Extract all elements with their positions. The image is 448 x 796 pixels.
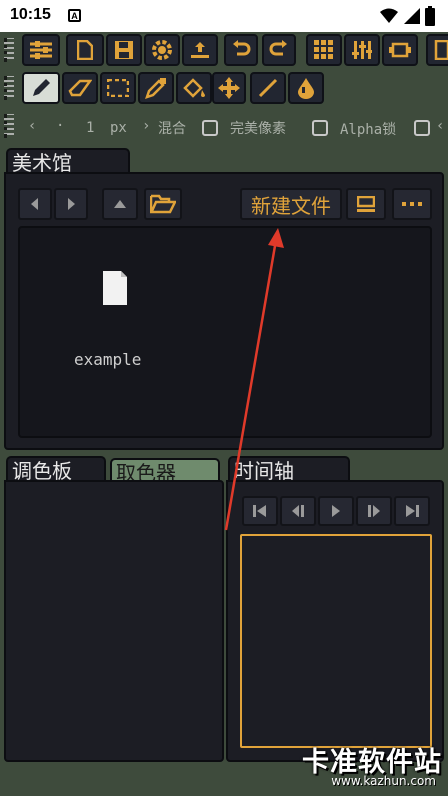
play-button[interactable] bbox=[318, 496, 354, 526]
line-tool-button[interactable] bbox=[250, 72, 286, 104]
first-frame-button[interactable] bbox=[242, 496, 278, 526]
save-button[interactable] bbox=[106, 34, 142, 66]
folder-open-icon bbox=[150, 194, 176, 214]
pencil-icon bbox=[33, 79, 50, 96]
eraser-icon bbox=[68, 79, 92, 97]
pencil-tool-button[interactable] bbox=[22, 72, 60, 104]
equalizer-icon bbox=[352, 41, 372, 59]
grid-icon bbox=[314, 40, 333, 59]
redo-button[interactable] bbox=[262, 34, 296, 66]
file-name: example bbox=[74, 350, 142, 369]
monitor-icon bbox=[357, 196, 375, 212]
next-button[interactable] bbox=[54, 188, 88, 220]
caret-left-icon bbox=[31, 198, 38, 210]
blend-checkbox[interactable] bbox=[202, 120, 218, 136]
ellipsis-icon bbox=[402, 202, 422, 206]
play-icon bbox=[332, 505, 340, 517]
smudge-tool-button[interactable] bbox=[288, 72, 324, 104]
open-folder-button[interactable] bbox=[144, 188, 182, 220]
status-time: 10:15 bbox=[10, 6, 51, 23]
status-bar: 10:15 A bbox=[0, 0, 448, 32]
marquee-icon bbox=[107, 79, 129, 97]
size-unit: px bbox=[110, 120, 127, 136]
caret-right-icon bbox=[68, 198, 75, 210]
tile-mode-button[interactable] bbox=[382, 34, 418, 66]
partial-icon bbox=[434, 40, 448, 60]
size-increase-icon[interactable]: › bbox=[142, 118, 150, 134]
file-icon bbox=[77, 40, 93, 60]
grid-button[interactable] bbox=[306, 34, 342, 66]
prev-button[interactable] bbox=[18, 188, 52, 220]
skip-start-icon bbox=[253, 505, 266, 517]
line-icon bbox=[258, 78, 278, 98]
move-tool-button[interactable] bbox=[212, 72, 246, 104]
upload-icon bbox=[191, 42, 209, 58]
eyedropper-icon bbox=[145, 78, 166, 99]
more-tools-button[interactable] bbox=[426, 34, 448, 66]
undo-icon bbox=[233, 40, 251, 56]
gear-icon bbox=[152, 40, 172, 60]
alpha-lock-label: Alpha锁 bbox=[340, 122, 397, 138]
sliders-icon bbox=[30, 41, 52, 59]
timeline-panel bbox=[226, 480, 444, 762]
size-value[interactable]: 1 bbox=[86, 120, 94, 136]
view-mode-button[interactable] bbox=[346, 188, 386, 220]
more-options-button[interactable] bbox=[392, 188, 432, 220]
step-forward-icon bbox=[368, 505, 380, 517]
preferences-button[interactable] bbox=[144, 34, 180, 66]
redo-icon bbox=[269, 40, 287, 56]
caret-up-icon bbox=[114, 200, 126, 208]
gallery-panel: 新建文件 example bbox=[4, 172, 444, 450]
new-file-label: 新建文件 bbox=[251, 193, 331, 218]
floppy-icon bbox=[115, 41, 133, 59]
file-item[interactable]: example bbox=[60, 264, 180, 384]
step-back-icon bbox=[292, 505, 304, 517]
export-button[interactable] bbox=[182, 34, 218, 66]
eyedropper-tool-button[interactable] bbox=[138, 72, 174, 104]
move-icon bbox=[218, 77, 240, 99]
size-dot: · bbox=[56, 118, 65, 134]
toolbar-grip[interactable] bbox=[4, 38, 14, 62]
file-grid: example bbox=[18, 226, 432, 438]
battery-icon bbox=[425, 6, 435, 26]
toolbar-grip-2[interactable] bbox=[4, 76, 14, 100]
wifi-icon bbox=[380, 8, 398, 23]
paint-bucket-icon bbox=[183, 78, 205, 98]
alpha-lock-checkbox[interactable] bbox=[414, 120, 430, 136]
blend-label: 混合 bbox=[158, 121, 186, 137]
adjustments-button[interactable] bbox=[344, 34, 380, 66]
settings-button[interactable] bbox=[22, 34, 60, 66]
new-document-button[interactable] bbox=[66, 34, 104, 66]
last-frame-button[interactable] bbox=[394, 496, 430, 526]
next-frame-button[interactable] bbox=[356, 496, 392, 526]
new-file-button[interactable]: 新建文件 bbox=[240, 188, 342, 220]
prev-frame-button[interactable] bbox=[280, 496, 316, 526]
tool-options-bar: ‹ · 1 px › 混合 完美像素 Alpha锁 ‹ bbox=[0, 110, 448, 146]
drop-icon bbox=[298, 78, 314, 99]
size-decrease-icon[interactable]: ‹ bbox=[28, 118, 36, 134]
palette-panel bbox=[4, 480, 224, 762]
selection-tool-button[interactable] bbox=[100, 72, 136, 104]
undo-button[interactable] bbox=[224, 34, 258, 66]
signal-icon bbox=[404, 8, 420, 24]
eraser-tool-button[interactable] bbox=[62, 72, 98, 104]
fill-tool-button[interactable] bbox=[176, 72, 212, 104]
app-notification-icon: A bbox=[68, 9, 81, 22]
options-grip[interactable] bbox=[4, 114, 14, 138]
document-icon bbox=[103, 271, 127, 305]
skip-end-icon bbox=[406, 505, 419, 517]
options-scroll-icon[interactable]: ‹ bbox=[436, 118, 444, 134]
pixel-perfect-label: 完美像素 bbox=[230, 121, 286, 137]
pixel-perfect-checkbox[interactable] bbox=[312, 120, 328, 136]
frames-area[interactable] bbox=[240, 534, 432, 748]
tile-icon bbox=[389, 42, 411, 58]
watermark-url: www.kazhun.com bbox=[331, 774, 436, 788]
up-button[interactable] bbox=[102, 188, 138, 220]
